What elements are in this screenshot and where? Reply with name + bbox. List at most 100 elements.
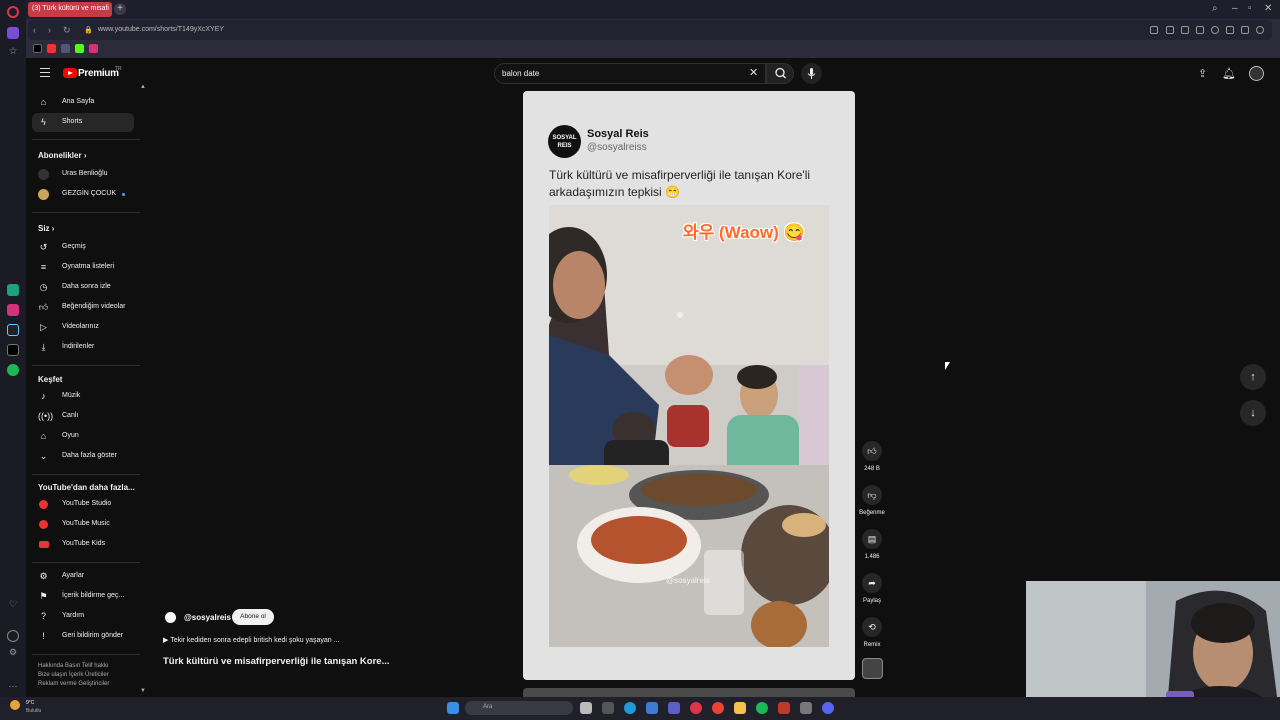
star-icon[interactable]: ☆ [7,46,19,58]
profile-icon[interactable] [1256,26,1264,34]
folder-icon[interactable] [734,702,746,714]
instagram-icon[interactable] [7,304,19,316]
scroll-up-icon[interactable]: ▲ [140,84,146,90]
subscribe-button[interactable]: Abone ol [232,609,274,625]
search-button[interactable] [766,63,794,84]
snapshot-icon[interactable] [1181,26,1189,34]
discord-icon[interactable] [822,702,834,714]
footer-links[interactable]: Reklam verme Geliştiriciler [38,681,109,687]
subscriptions-heading[interactable]: Abonelikler › [38,151,86,160]
spotify-icon[interactable] [756,702,768,714]
minimize-icon[interactable]: – [1232,3,1238,14]
sidebar-item-your-videos[interactable]: ▷ Videolarınız [32,318,134,337]
bookmark-youtube-icon[interactable] [47,44,56,53]
heart-icon[interactable] [1211,26,1219,34]
sound-thumbnail[interactable] [862,658,883,679]
teams-icon[interactable] [668,702,680,714]
play-icon[interactable] [1196,26,1204,34]
url-text[interactable]: www.youtube.com/shorts/T149yXcXYEY [98,26,224,33]
x-icon[interactable] [7,344,19,356]
you-heading[interactable]: Siz › [38,224,54,233]
previous-short-button[interactable]: ↑ [1240,364,1266,390]
search-tabs-icon[interactable]: ⌕ [1212,3,1218,14]
app-icon[interactable] [800,702,812,714]
bookmark-x-icon[interactable] [33,44,42,53]
camera-icon[interactable] [1166,26,1174,34]
sidebar-item-show-more[interactable]: ⌄ Daha fazla göster [32,447,134,466]
back-icon[interactable]: ‹ [33,25,36,35]
sidebar-item-music[interactable]: ♪ Müzik [32,387,134,406]
menu-icon[interactable] [40,68,50,77]
taskbar-search-input[interactable] [465,701,573,715]
comments-button[interactable]: ▤ [862,529,882,549]
search-value[interactable]: balon date [502,69,539,78]
sidebar-item-studio[interactable]: YouTube Studio [32,495,134,514]
edge-icon[interactable] [624,702,636,714]
sidebar-item-shorts[interactable]: ϟ Shorts [32,113,134,132]
settings-icon[interactable]: ⚙ [7,646,19,658]
related-video-link[interactable]: ▶ Tekir kediden sonra edepli british ked… [163,636,339,644]
voice-search-button[interactable] [801,63,822,84]
sidebar-item-downloads[interactable]: ⤓ İndirilenler [32,338,134,357]
more-icon[interactable]: ⋯ [7,680,19,692]
sidebar-item-history[interactable]: ↺ Geçmiş [32,238,134,257]
aria-icon[interactable] [7,27,19,39]
history-icon[interactable] [7,630,19,642]
sidebar-item-liked[interactable]: 👍︎ Beğendiğim videolar [32,298,134,317]
youtube-logo-text[interactable]: Premium [78,68,119,79]
tab-active[interactable]: (3) Türk kültürü ve misafi [28,2,112,17]
channel-avatar[interactable] [163,610,178,625]
sidebar-item-watch-later[interactable]: ◷ Daha sonra izle [32,278,134,297]
heart-icon[interactable]: ♡ [7,598,19,610]
sidebar-item-playlists[interactable]: ≡ Oynatma listeleri [32,258,134,277]
weather-icon[interactable] [10,700,20,710]
bookmark-tv-icon[interactable] [61,44,70,53]
upload-icon[interactable]: ⇪ [1198,67,1207,80]
footer-links[interactable]: Hakkında Basın Telif hakkı [38,663,109,669]
restore-icon[interactable]: ▫ [1248,3,1252,14]
sidebar-item-music-app[interactable]: YouTube Music [32,515,134,534]
app-icon[interactable] [778,702,790,714]
sidebar-item-report-history[interactable]: ⚑ İçerik bildirme geç... [32,587,134,606]
new-tab-button[interactable]: + [114,3,126,15]
youtube-logo-icon[interactable] [63,68,77,78]
sidebar-item-subscription[interactable]: GEZGİN ÇOCUK [32,185,134,204]
bookmark-kick-icon[interactable] [75,44,84,53]
sidebar-item-kids[interactable]: YouTube Kids [32,535,134,554]
like-button[interactable]: 👍︎ [862,441,882,461]
bell-icon[interactable]: 🔔︎ [1222,67,1236,80]
channel-name[interactable]: @sosyalreis [184,613,231,622]
opera-logo-icon[interactable] [7,6,19,18]
windows-start-icon[interactable] [447,702,459,714]
forward-icon[interactable]: › [48,25,51,35]
remix-button[interactable]: ⟲ [862,617,882,637]
extension-icon[interactable] [1150,26,1158,34]
store-icon[interactable] [646,702,658,714]
task-view-icon[interactable] [580,702,592,714]
download-icon[interactable] [1241,26,1249,34]
explorer-icon[interactable] [602,702,614,714]
bookmark-icon[interactable] [1226,26,1234,34]
sidebar-item-help[interactable]: ? Yardım [32,607,134,626]
chrome-icon[interactable] [712,702,724,714]
opera-icon[interactable] [690,702,702,714]
reload-icon[interactable]: ↻ [63,25,71,36]
sidebar-item-home[interactable]: ⌂ Ana Sayfa [32,93,134,112]
close-icon[interactable]: ✕ [1264,3,1272,14]
next-short-button[interactable]: ↓ [1240,400,1266,426]
clear-search-icon[interactable]: ✕ [749,66,758,79]
sidebar-item-live[interactable]: ((•)) Canlı [32,407,134,426]
account-avatar[interactable] [1249,66,1264,81]
dislike-button[interactable]: 👎︎ [862,485,882,505]
sidebar-item-gaming[interactable]: ⌂ Oyun [32,427,134,446]
chatgpt-icon[interactable] [7,284,19,296]
sidebar-item-subscription[interactable]: Uras Benlioğlu [32,165,134,184]
sidebar-item-feedback[interactable]: ! Geri bildirim gönder [32,627,134,646]
share-button[interactable]: ➦ [862,573,882,593]
short-title[interactable]: Türk kültürü ve misafirperverliği ile ta… [163,656,390,667]
tiktok-icon[interactable] [7,324,19,336]
scroll-down-icon[interactable]: ▼ [140,688,146,694]
sidebar-item-settings[interactable]: ⚙ Ayarlar [32,567,134,586]
spotify-icon[interactable] [7,364,19,376]
footer-links[interactable]: Bize ulaşın İçerik Üreticiler [38,672,109,678]
